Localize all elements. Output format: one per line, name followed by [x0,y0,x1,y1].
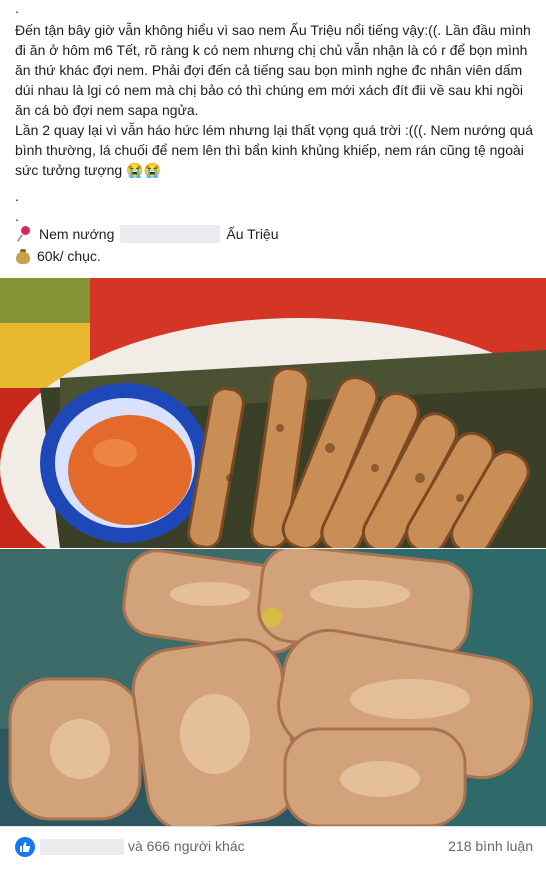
price-row: 60k/ chục. [15,246,101,266]
comments-count[interactable]: 218 bình luận [448,838,533,854]
location-row: Nem nướng Ấu Triệu [15,224,279,244]
location-prefix: Nem nướng [39,226,115,242]
likes-count[interactable]: và 666 người khác [128,838,245,854]
round-pushpin-icon [15,225,33,243]
post-dot: . [15,188,19,204]
price-text: 60k/ chục. [37,248,101,264]
post-body: . Đến tận bây giờ vẫn không hiểu vì sao … [15,0,535,228]
post-paragraph-1: Đến tận bây giờ vẫn không hiểu vì sao ne… [15,22,531,118]
food-photo-fried[interactable] [0,549,546,826]
location-suffix: Ấu Triệu [226,226,279,242]
redacted-name [40,839,124,855]
thumbs-up-icon[interactable] [15,837,35,857]
redacted-text [120,225,221,243]
money-bag-icon [15,248,31,264]
post-dot: . [15,0,19,16]
food-photo-grilled[interactable] [0,278,546,548]
post-paragraph-2: Lần 2 quay lại vì vẫn háo hức lém nhưng … [15,122,534,178]
post-footer: và 666 người khác 218 bình luận [0,826,546,870]
